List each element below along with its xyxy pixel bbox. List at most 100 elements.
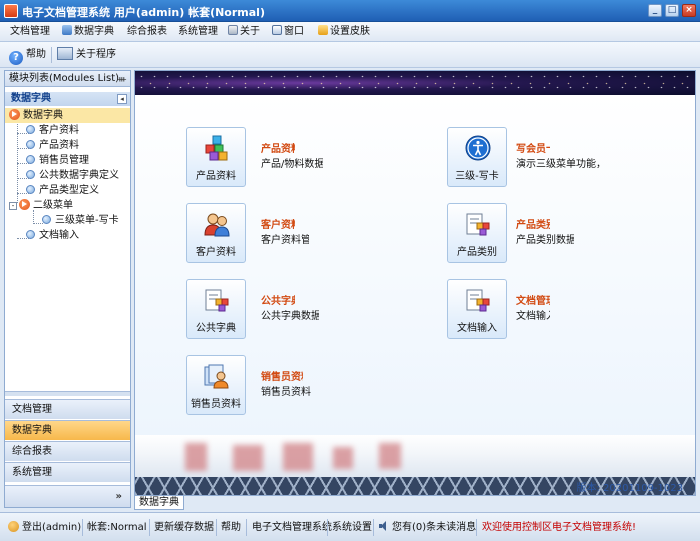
close-button[interactable]: × bbox=[682, 4, 696, 17]
menu-about[interactable]: 关于 bbox=[228, 25, 260, 39]
tree-item-salesperson[interactable]: 销售员管理 bbox=[5, 153, 89, 168]
accessibility-icon bbox=[465, 135, 491, 161]
help-button[interactable]: ? 帮助 bbox=[9, 47, 46, 65]
module-product-category[interactable]: 产品类别 bbox=[447, 203, 507, 263]
menu-data-dictionary[interactable]: 数据字典 bbox=[62, 25, 114, 39]
menu-reports[interactable]: 综合报表 bbox=[127, 25, 167, 39]
module-title: 产品类别 bbox=[516, 220, 550, 231]
tree-item-product-type[interactable]: 产品类型定义 bbox=[5, 183, 99, 198]
module-salesperson[interactable]: 销售员资料 bbox=[186, 355, 246, 415]
module-doc-input[interactable]: 文档输入 bbox=[447, 279, 507, 339]
nav-data-dictionary[interactable]: 数据字典 bbox=[5, 420, 130, 440]
menu-doc-management[interactable]: 文档管理 bbox=[10, 25, 50, 39]
tree-item-label: 产品类型定义 bbox=[39, 185, 99, 196]
system-name: 电子文档管理系统 bbox=[252, 522, 332, 533]
module-label: 产品类别 bbox=[457, 247, 497, 258]
tree-item-write-card[interactable]: 三级菜单-写卡 bbox=[5, 213, 119, 228]
tree-item-customer[interactable]: 客户资料 bbox=[5, 123, 79, 138]
node-icon bbox=[26, 170, 35, 179]
window-title: 电子文档管理系统 用户(admin) 帐套(Normal) bbox=[22, 6, 265, 19]
menu-system[interactable]: 系统管理 bbox=[178, 25, 218, 39]
module-desc: 客户资料管 bbox=[261, 235, 309, 246]
tree-item-label: 产品资料 bbox=[39, 140, 79, 151]
menu-window[interactable]: 窗口 bbox=[272, 25, 304, 39]
module-title: 公共字典 bbox=[261, 296, 295, 307]
module-label: 产品资料 bbox=[196, 171, 236, 182]
tree-item-data-dictionary[interactable]: 数据字典 bbox=[5, 108, 130, 123]
system-settings-button[interactable]: 系统设置 bbox=[332, 519, 372, 536]
toolbar-separator bbox=[51, 47, 52, 63]
module-title: 写会员卡 bbox=[516, 144, 550, 155]
module-title: 销售员资料 bbox=[261, 372, 303, 383]
module-title: 文档管理 bbox=[516, 296, 550, 307]
toolbar: ? 帮助 关于程序 bbox=[0, 42, 700, 68]
menu-label: 窗口 bbox=[284, 26, 304, 37]
module-desc: 公共字典数据 bbox=[261, 311, 319, 322]
module-label: 文档输入 bbox=[457, 323, 497, 334]
status-separator bbox=[373, 519, 374, 536]
title-bar: 电子文档管理系统 用户(admin) 帐套(Normal) _ □ × bbox=[0, 0, 700, 22]
status-separator bbox=[216, 519, 217, 536]
tree-item-label: 二级菜单 bbox=[33, 200, 73, 211]
blurred-photo bbox=[333, 447, 353, 469]
sidebar-splitter[interactable] bbox=[5, 391, 130, 396]
dictionary-icon bbox=[62, 25, 72, 35]
nav-reports[interactable]: 综合报表 bbox=[5, 441, 130, 461]
module-desc: 文档输入 bbox=[516, 311, 550, 322]
app-icon bbox=[4, 4, 18, 18]
logout-button[interactable]: 登出(admin) bbox=[8, 519, 81, 536]
node-icon bbox=[26, 140, 35, 149]
sidebar: 模块列表(Modules List) ᚒ 数据字典 ◂ 数据字典 客户资料 产品… bbox=[4, 70, 131, 508]
minimize-button[interactable]: _ bbox=[648, 4, 662, 17]
sidebar-section-title: 数据字典 bbox=[11, 93, 51, 104]
tree-item-product[interactable]: 产品资料 bbox=[5, 138, 79, 153]
messages-status[interactable]: 您有(0)条未读消息 bbox=[379, 519, 476, 536]
module-label: 客户资料 bbox=[196, 247, 236, 258]
module-label: 三级-写卡 bbox=[455, 171, 499, 182]
module-customer[interactable]: 客户资料 bbox=[186, 203, 246, 263]
status-separator bbox=[82, 519, 83, 536]
logout-label: 登出(admin) bbox=[22, 522, 82, 533]
module-product[interactable]: 产品资料 bbox=[186, 127, 246, 187]
account-status[interactable]: 帐套:Normal bbox=[87, 519, 147, 536]
help-label: 帮助 bbox=[26, 49, 46, 60]
node-icon bbox=[26, 155, 35, 164]
tab-data-dictionary[interactable]: 数据字典 bbox=[134, 496, 184, 510]
document-tab-strip: 数据字典 bbox=[134, 496, 696, 510]
more-icon[interactable]: » bbox=[116, 491, 122, 502]
category-icon bbox=[466, 213, 490, 236]
module-desc: 产品/物料数据 bbox=[261, 159, 323, 170]
blurred-photo bbox=[185, 443, 207, 471]
node-icon bbox=[26, 230, 35, 239]
tree-item-doc-input[interactable]: 文档输入 bbox=[5, 228, 79, 243]
content-panel: 产品资料 产品资料 产品/物料数据 三级-写卡 写会员卡 演示三级菜单功能，写 bbox=[134, 70, 696, 496]
welcome-message: 欢迎使用控制区电子文档管理系统! bbox=[482, 522, 637, 533]
tree-item-label: 数据字典 bbox=[23, 110, 63, 121]
module-public-dictionary[interactable]: 公共字典 bbox=[186, 279, 246, 339]
expand-icon bbox=[19, 199, 30, 210]
tree-item-second-menu[interactable]: - 二级菜单 bbox=[5, 198, 73, 213]
about-program-icon bbox=[57, 47, 73, 60]
maximize-button[interactable]: □ bbox=[665, 4, 679, 17]
menu-bar: 文档管理 数据字典 综合报表 系统管理 关于 窗口 设置皮肤 bbox=[0, 22, 700, 42]
refresh-cache-button[interactable]: 更新缓存数据 bbox=[154, 519, 214, 536]
module-label: 销售员资料 bbox=[191, 399, 241, 410]
pin-icon[interactable]: ᚒ bbox=[118, 73, 126, 88]
menu-skin[interactable]: 设置皮肤 bbox=[318, 25, 370, 39]
user-icon bbox=[8, 521, 19, 532]
collapse-icon[interactable]: ◂ bbox=[117, 94, 127, 104]
sidebar-title: 模块列表(Modules List) ᚒ bbox=[5, 71, 130, 87]
minus-icon[interactable]: - bbox=[9, 202, 17, 210]
status-help-button[interactable]: 帮助 bbox=[221, 519, 241, 536]
node-icon bbox=[26, 185, 35, 194]
status-separator bbox=[149, 519, 150, 536]
nav-doc-management[interactable]: 文档管理 bbox=[5, 399, 130, 419]
expand-icon[interactable] bbox=[9, 109, 20, 120]
module-write-card[interactable]: 三级-写卡 bbox=[447, 127, 507, 187]
document-input-icon bbox=[466, 289, 490, 312]
about-program-button[interactable]: 关于程序 bbox=[57, 47, 116, 63]
module-title: 产品资料 bbox=[261, 144, 295, 155]
module-desc: 产品类别数据 bbox=[516, 235, 574, 246]
tree-item-public-dictionary[interactable]: 公共数据字典定义 bbox=[5, 168, 119, 183]
nav-system[interactable]: 系统管理 bbox=[5, 462, 130, 482]
